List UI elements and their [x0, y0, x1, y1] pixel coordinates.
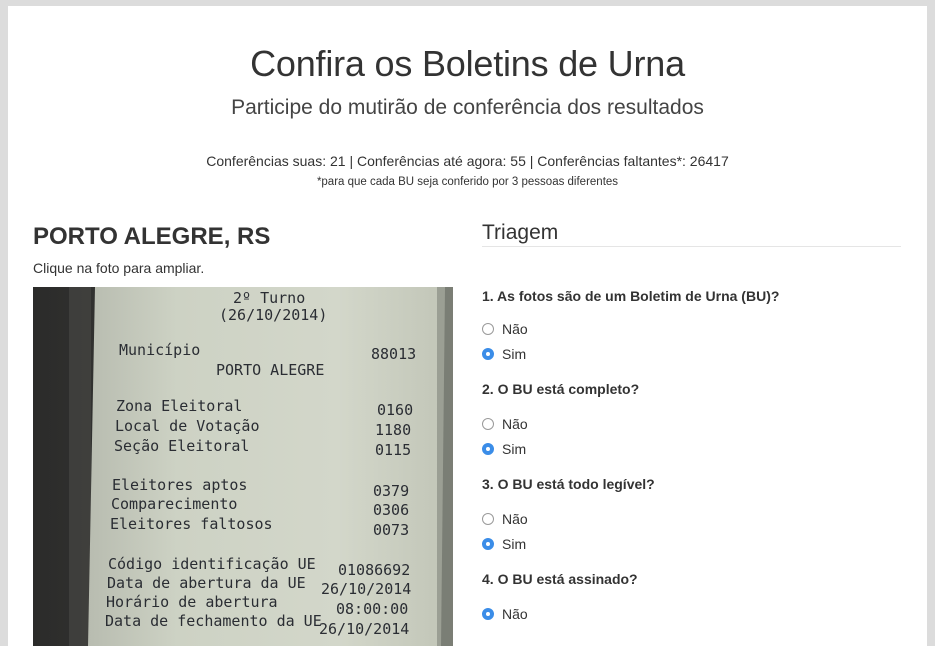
- receipt-zona-label: Zona Eleitoral: [116, 397, 242, 415]
- receipt-fechamento-label: Data de fechamento da UE: [105, 612, 322, 630]
- photo-hint: Clique na foto para ampliar.: [33, 260, 205, 276]
- receipt-horario-label: Horário de abertura: [106, 593, 278, 611]
- photo-edge: [437, 287, 453, 646]
- triagem-divider: [482, 246, 901, 247]
- question-3-label: 3. O BU está todo legível?: [482, 476, 655, 492]
- q4-radio-nao[interactable]: [482, 608, 494, 620]
- q3-option-sim[interactable]: Sim: [482, 536, 526, 552]
- triagem-heading: Triagem: [482, 221, 559, 244]
- question-4-label: 4. O BU está assinado?: [482, 571, 638, 587]
- stats-note: *para que cada BU seja conferido por 3 p…: [316, 176, 619, 188]
- receipt-aptos-value: 0379: [373, 482, 409, 500]
- receipt-municipio-code: 88013: [371, 345, 416, 363]
- receipt-local-label: Local de Votação: [115, 417, 260, 435]
- receipt-codigo-label: Código identificação UE: [108, 555, 316, 573]
- q3-radio-sim[interactable]: [482, 538, 494, 550]
- receipt-faltosos-value: 0073: [373, 521, 409, 539]
- page-title: Confira os Boletins de Urna: [250, 43, 685, 84]
- q4-option-nao[interactable]: Não: [482, 606, 528, 622]
- receipt-municipio-name: PORTO ALEGRE: [216, 361, 324, 379]
- receipt-date: (26/10/2014): [219, 306, 327, 324]
- q2-option-nao[interactable]: Não: [482, 416, 528, 432]
- q1-option-sim-label: Sim: [502, 346, 527, 362]
- receipt-secao-value: 0115: [375, 441, 411, 459]
- stats-line: Conferências suas: 21 | Conferências até…: [206, 153, 729, 169]
- question-1-label: 1. As fotos são de um Boletim de Urna (B…: [482, 288, 780, 304]
- q4-option-nao-label: Não: [502, 606, 528, 622]
- receipt-faltosos-label: Eleitores faltosos: [110, 515, 273, 533]
- q2-option-sim-label: Sim: [502, 441, 527, 457]
- city-heading: PORTO ALEGRE, RS: [33, 223, 271, 250]
- receipt-aptos-label: Eleitores aptos: [112, 476, 247, 494]
- q2-option-nao-label: Não: [502, 416, 528, 432]
- receipt-municipio-label: Município: [119, 341, 200, 359]
- receipt-local-value: 1180: [375, 421, 411, 439]
- question-2-label: 2. O BU está completo?: [482, 381, 640, 397]
- receipt-abertura-value: 26/10/2014: [321, 580, 411, 598]
- page-subtitle: Participe do mutirão de conferência dos …: [231, 96, 704, 119]
- main-card: Confira os Boletins de Urna Participe do…: [8, 6, 927, 646]
- q2-option-sim[interactable]: Sim: [482, 441, 526, 457]
- receipt-fechamento-value: 26/10/2014: [319, 620, 409, 638]
- q3-option-nao-label: Não: [502, 511, 528, 527]
- receipt-comparecimento-value: 0306: [373, 501, 409, 519]
- receipt-horario-value: 08:00:00: [336, 600, 408, 618]
- q1-option-nao-label: Não: [502, 321, 528, 337]
- receipt-turno: 2º Turno: [233, 289, 305, 307]
- q3-option-sim-label: Sim: [502, 536, 527, 552]
- q3-radio-nao[interactable]: [482, 513, 494, 525]
- q2-radio-sim[interactable]: [482, 443, 494, 455]
- receipt-secao-label: Seção Eleitoral: [114, 437, 249, 455]
- q3-option-nao[interactable]: Não: [482, 511, 528, 527]
- q2-radio-nao[interactable]: [482, 418, 494, 430]
- receipt-zona-value: 0160: [377, 401, 413, 419]
- receipt-codigo-value: 01086692: [338, 561, 410, 579]
- photo-shadow-band: [69, 287, 91, 646]
- q1-option-sim[interactable]: Sim: [482, 346, 526, 362]
- q1-radio-sim[interactable]: [482, 348, 494, 360]
- q1-radio-nao[interactable]: [482, 323, 494, 335]
- receipt-comparecimento-label: Comparecimento: [111, 495, 237, 513]
- q1-option-nao[interactable]: Não: [482, 321, 528, 337]
- receipt-abertura-label: Data de abertura da UE: [107, 574, 306, 592]
- ballot-photo[interactable]: 2º Turno (26/10/2014) Município 88013 PO…: [33, 287, 453, 646]
